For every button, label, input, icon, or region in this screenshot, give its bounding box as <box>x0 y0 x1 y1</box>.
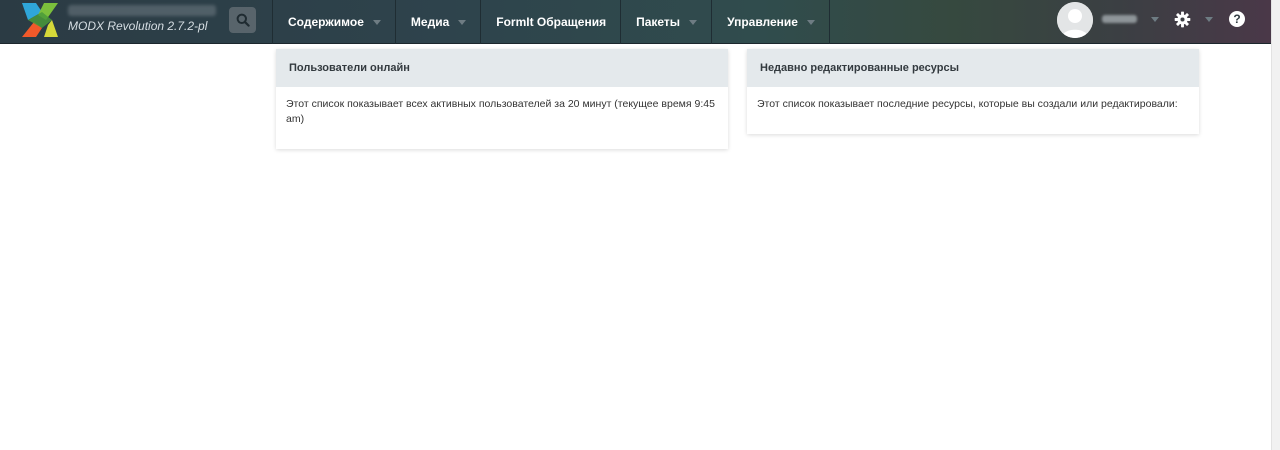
username-blurred[interactable] <box>1102 15 1137 23</box>
menu-manage[interactable]: Управление <box>711 0 830 44</box>
modx-logo-icon[interactable] <box>22 3 58 37</box>
menu-media-label: Медиа <box>410 15 450 29</box>
online-users-title: Пользователи онлайн <box>276 49 728 87</box>
menu-manage-label: Управление <box>727 15 798 29</box>
recent-resources-title: Недавно редактированные ресурсы <box>747 49 1199 87</box>
search-button[interactable] <box>229 7 256 33</box>
recent-resources-panel: Недавно редактированные ресурсы Этот спи… <box>747 49 1199 134</box>
menu-formit[interactable]: FormIt Обращения <box>480 0 620 44</box>
chevron-down-icon <box>458 19 467 25</box>
recent-resources-description: Этот список показывает последние ресурсы… <box>757 98 1178 110</box>
menu-media[interactable]: Медиа <box>394 0 480 44</box>
chevron-down-icon <box>372 19 381 25</box>
main-menu: Содержимое Медиа FormIt Обращения Пакеты… <box>272 0 830 44</box>
chevron-down-icon[interactable] <box>1205 17 1213 22</box>
menu-content[interactable]: Содержимое <box>272 0 395 44</box>
menu-content-label: Содержимое <box>288 15 364 29</box>
scrollbar[interactable] <box>1271 0 1280 450</box>
gear-icon[interactable] <box>1174 11 1191 28</box>
online-users-description: Этот список показывает всех активных пол… <box>286 98 715 125</box>
modx-version: MODX Revolution 2.7.2-pl <box>68 19 208 33</box>
chevron-down-icon[interactable] <box>1151 17 1159 22</box>
help-icon[interactable]: ? <box>1229 11 1245 27</box>
site-name-blurred[interactable] <box>68 5 216 16</box>
search-icon <box>236 13 250 27</box>
top-navigation-bar: MODX Revolution 2.7.2-pl Содержимое Меди… <box>0 0 1271 44</box>
menu-packages[interactable]: Пакеты <box>620 0 711 44</box>
menu-formit-label: FormIt Обращения <box>496 15 607 29</box>
online-users-panel: Пользователи онлайн Этот список показыва… <box>276 49 728 149</box>
chevron-down-icon <box>689 19 698 25</box>
menu-packages-label: Пакеты <box>636 15 681 29</box>
avatar[interactable] <box>1057 2 1093 38</box>
avatar-icon <box>1057 2 1093 38</box>
chevron-down-icon <box>806 19 815 25</box>
